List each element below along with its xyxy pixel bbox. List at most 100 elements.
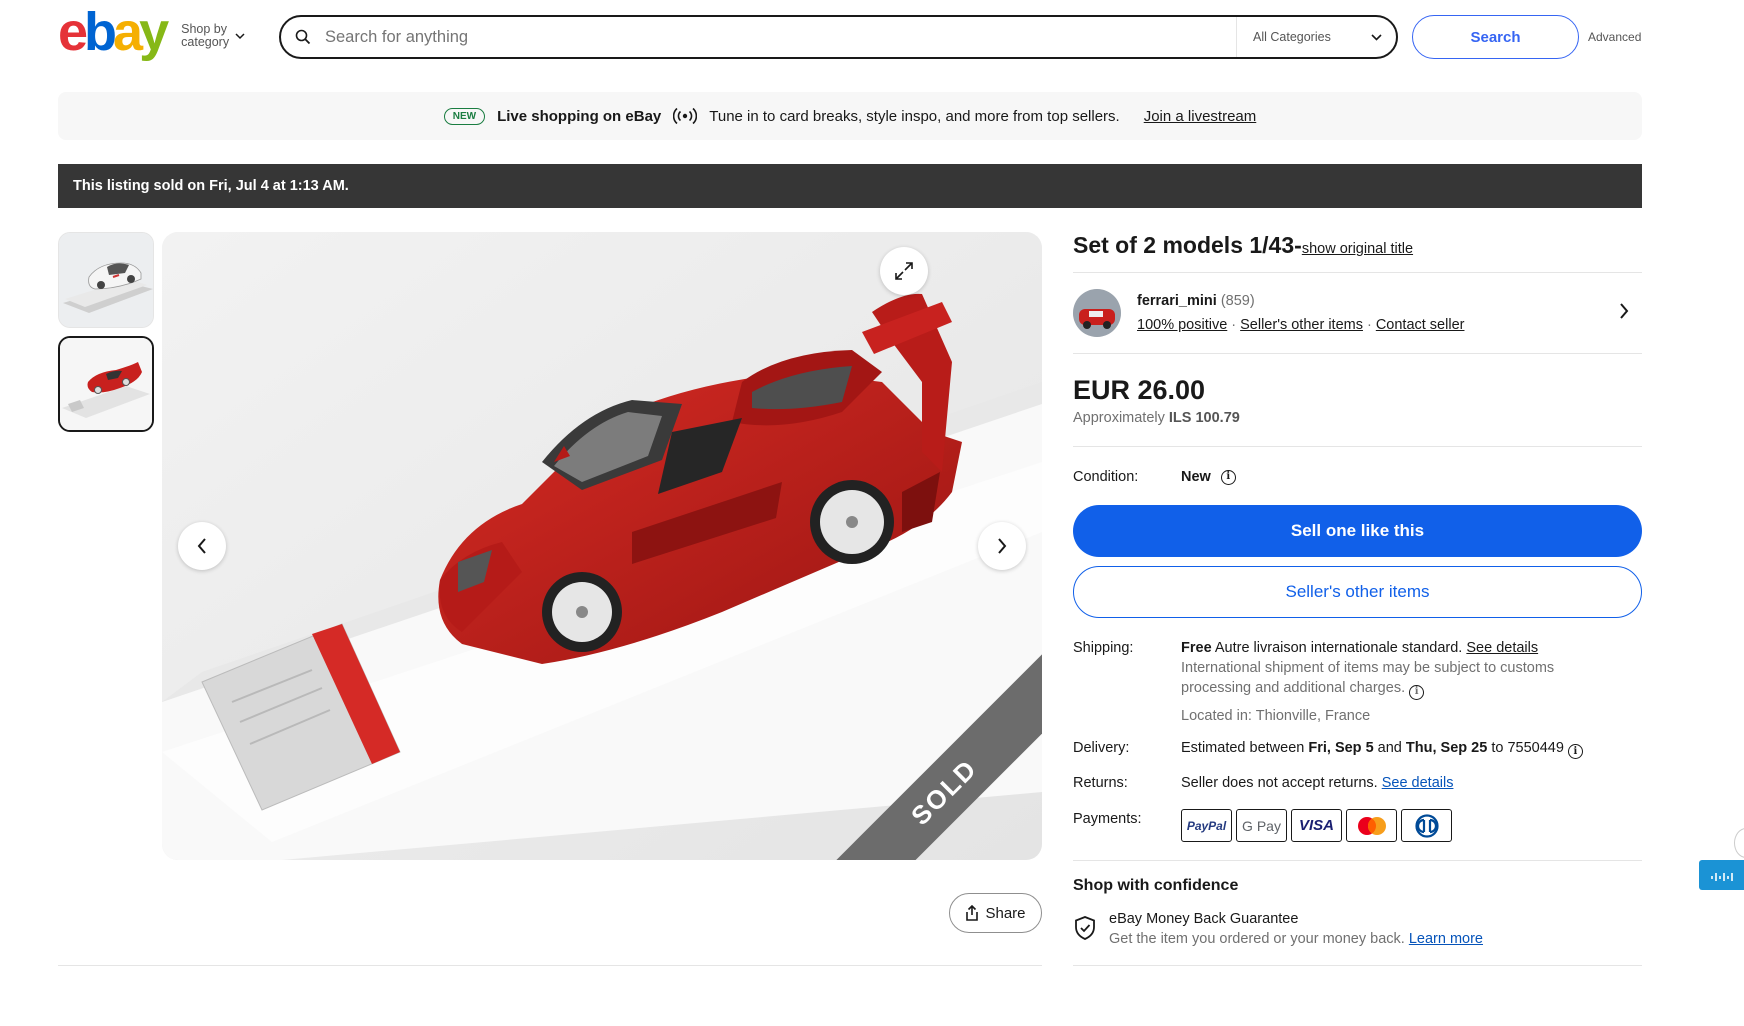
seller-avatar	[1073, 289, 1121, 337]
divider	[58, 965, 1042, 966]
separator: ·	[1231, 317, 1237, 333]
approximate-price: Approximately ILS 100.79	[1073, 410, 1642, 426]
sellers-other-items-button[interactable]: Seller's other items	[1073, 566, 1642, 618]
money-back-guarantee: eBay Money Back Guarantee Get the item y…	[1073, 909, 1642, 949]
google-pay-icon: G Pay	[1236, 809, 1287, 842]
main-product-image[interactable]: SOLD	[162, 232, 1042, 860]
divider	[1073, 446, 1642, 447]
shop-with-confidence-heading: Shop with confidence	[1073, 877, 1239, 894]
sellers-other-items-link[interactable]: Seller's other items	[1240, 317, 1363, 333]
shipping-label: Shipping:	[1073, 640, 1134, 656]
show-original-title-link[interactable]: show original title	[1302, 241, 1413, 257]
guarantee-text: Get the item you ordered or your money b…	[1109, 931, 1405, 947]
delivery-label: Delivery:	[1073, 739, 1130, 756]
info-icon[interactable]: i	[1567, 744, 1583, 759]
search-button[interactable]: Search	[1412, 15, 1579, 59]
cisco-widget-icon[interactable]	[1699, 860, 1744, 890]
listing-title-text: Set of 2 models 1/43-	[1073, 232, 1302, 258]
delivery-zip: to 7550449	[1491, 739, 1564, 756]
expand-button[interactable]	[880, 247, 928, 295]
seller-name[interactable]: ferrari_mini	[1137, 293, 1217, 309]
diners-club-icon	[1401, 809, 1452, 842]
sold-notice: This listing sold on Fri, Jul 4 at 1:13 …	[58, 164, 1642, 208]
learn-more-link[interactable]: Learn more	[1409, 931, 1483, 947]
red-ferrari-model-photo	[162, 232, 1042, 860]
payments-label: Payments:	[1073, 811, 1142, 827]
white-car-thumbnail	[59, 233, 153, 327]
returns-label: Returns:	[1073, 775, 1128, 791]
returns-text: Seller does not accept returns.	[1181, 775, 1378, 791]
ebay-logo[interactable]: ebay	[58, 5, 169, 59]
live-broadcast-icon	[673, 107, 698, 125]
payments-row: Payments: PayPal G Pay VISA	[1073, 809, 1642, 842]
seller-card[interactable]: ferrari_mini (859) 100% positive · Seller'…	[1073, 273, 1642, 353]
scroll-edge-button[interactable]	[1734, 828, 1744, 858]
price: EUR 26.00	[1073, 375, 1206, 405]
condition-value: New	[1181, 469, 1211, 485]
separator: ·	[1366, 317, 1372, 333]
share-label: Share	[985, 904, 1026, 922]
customs-note-line2: processing and additional charges.	[1181, 680, 1406, 696]
listing-title: Set of 2 models 1/43- show original titl…	[1073, 232, 1642, 272]
promo-text: Tune in to card breaks, style inspo, and…	[709, 107, 1120, 125]
advanced-search-link[interactable]: Advanced	[1588, 30, 1641, 44]
condition-label: Condition:	[1073, 469, 1139, 485]
shipping-free: Free	[1181, 640, 1212, 656]
promo-title: Live shopping on eBay	[497, 107, 662, 125]
chevron-down-icon	[1371, 34, 1382, 41]
search-icon	[281, 29, 325, 45]
search-input[interactable]	[325, 27, 1236, 47]
delivery-row: Delivery: Estimated between Fri, Sep 5 a…	[1073, 738, 1642, 759]
delivery-and: and	[1377, 739, 1402, 756]
mastercard-icon	[1346, 809, 1397, 842]
join-livestream-link[interactable]: Join a livestream	[1144, 108, 1257, 125]
thumbnail-2[interactable]	[58, 336, 154, 432]
delivery-prefix: Estimated between	[1181, 739, 1305, 756]
seller-feedback-count: (859)	[1220, 293, 1255, 309]
promo-banner: NEW Live shopping on eBay Tune in to car…	[58, 92, 1642, 140]
guarantee-title: eBay Money Back Guarantee	[1109, 911, 1299, 927]
delivery-end: Thu, Sep 25	[1405, 739, 1488, 756]
share-icon	[966, 905, 979, 921]
category-select[interactable]: All Categories	[1236, 17, 1396, 57]
divider	[1073, 353, 1642, 354]
delivery-start: Fri, Sep 5	[1308, 739, 1374, 756]
shipping-service: Autre livraison internationale standard.	[1214, 640, 1463, 656]
returns-row: Returns: Seller does not accept returns.…	[1073, 773, 1642, 793]
search-bar: All Categories	[279, 15, 1398, 59]
thumbnail-1[interactable]	[58, 232, 154, 328]
chevron-right-icon	[1620, 303, 1629, 319]
sell-one-like-this-button[interactable]: Sell one like this	[1073, 505, 1642, 557]
approximate-label: Approximately	[1073, 410, 1165, 426]
chevron-down-icon	[235, 33, 245, 40]
item-location: Located in: Thionville, France	[1181, 707, 1371, 724]
shield-check-icon	[1075, 916, 1095, 940]
info-icon[interactable]: i	[1220, 469, 1236, 485]
shop-by-category-button[interactable]: Shop by category	[181, 23, 245, 49]
category-select-value: All Categories	[1253, 30, 1331, 44]
share-button[interactable]: Share	[949, 893, 1042, 933]
expand-icon	[895, 262, 913, 280]
item-details: Set of 2 models 1/43- show original titl…	[1073, 232, 1642, 966]
previous-image-button[interactable]	[178, 522, 226, 570]
chevron-left-icon	[197, 538, 206, 554]
paypal-icon: PayPal	[1181, 809, 1232, 842]
shipping-row: Shipping: Free Autre livraison internati…	[1073, 638, 1642, 726]
next-image-button[interactable]	[978, 522, 1026, 570]
divider	[1073, 965, 1642, 966]
customs-note-line1: International shipment of items may be s…	[1181, 660, 1555, 676]
contact-seller-link[interactable]: Contact seller	[1376, 317, 1465, 333]
positive-feedback-link[interactable]: 100% positive	[1137, 317, 1227, 333]
red-car-thumbnail	[60, 338, 152, 430]
new-badge: NEW	[443, 107, 486, 125]
info-icon[interactable]: i	[1409, 684, 1425, 700]
chevron-right-icon	[998, 538, 1007, 554]
divider	[1073, 860, 1642, 861]
condition-row: Condition: New i	[1073, 467, 1642, 487]
returns-see-details-link[interactable]: See details	[1382, 775, 1454, 791]
shipping-see-details-link[interactable]: See details	[1466, 640, 1538, 656]
site-header: ebay Shop by category All Categories Sea…	[58, 5, 1641, 62]
visa-icon: VISA	[1291, 809, 1342, 842]
approximate-value: ILS 100.79	[1168, 410, 1240, 426]
category-label: category	[181, 35, 230, 49]
